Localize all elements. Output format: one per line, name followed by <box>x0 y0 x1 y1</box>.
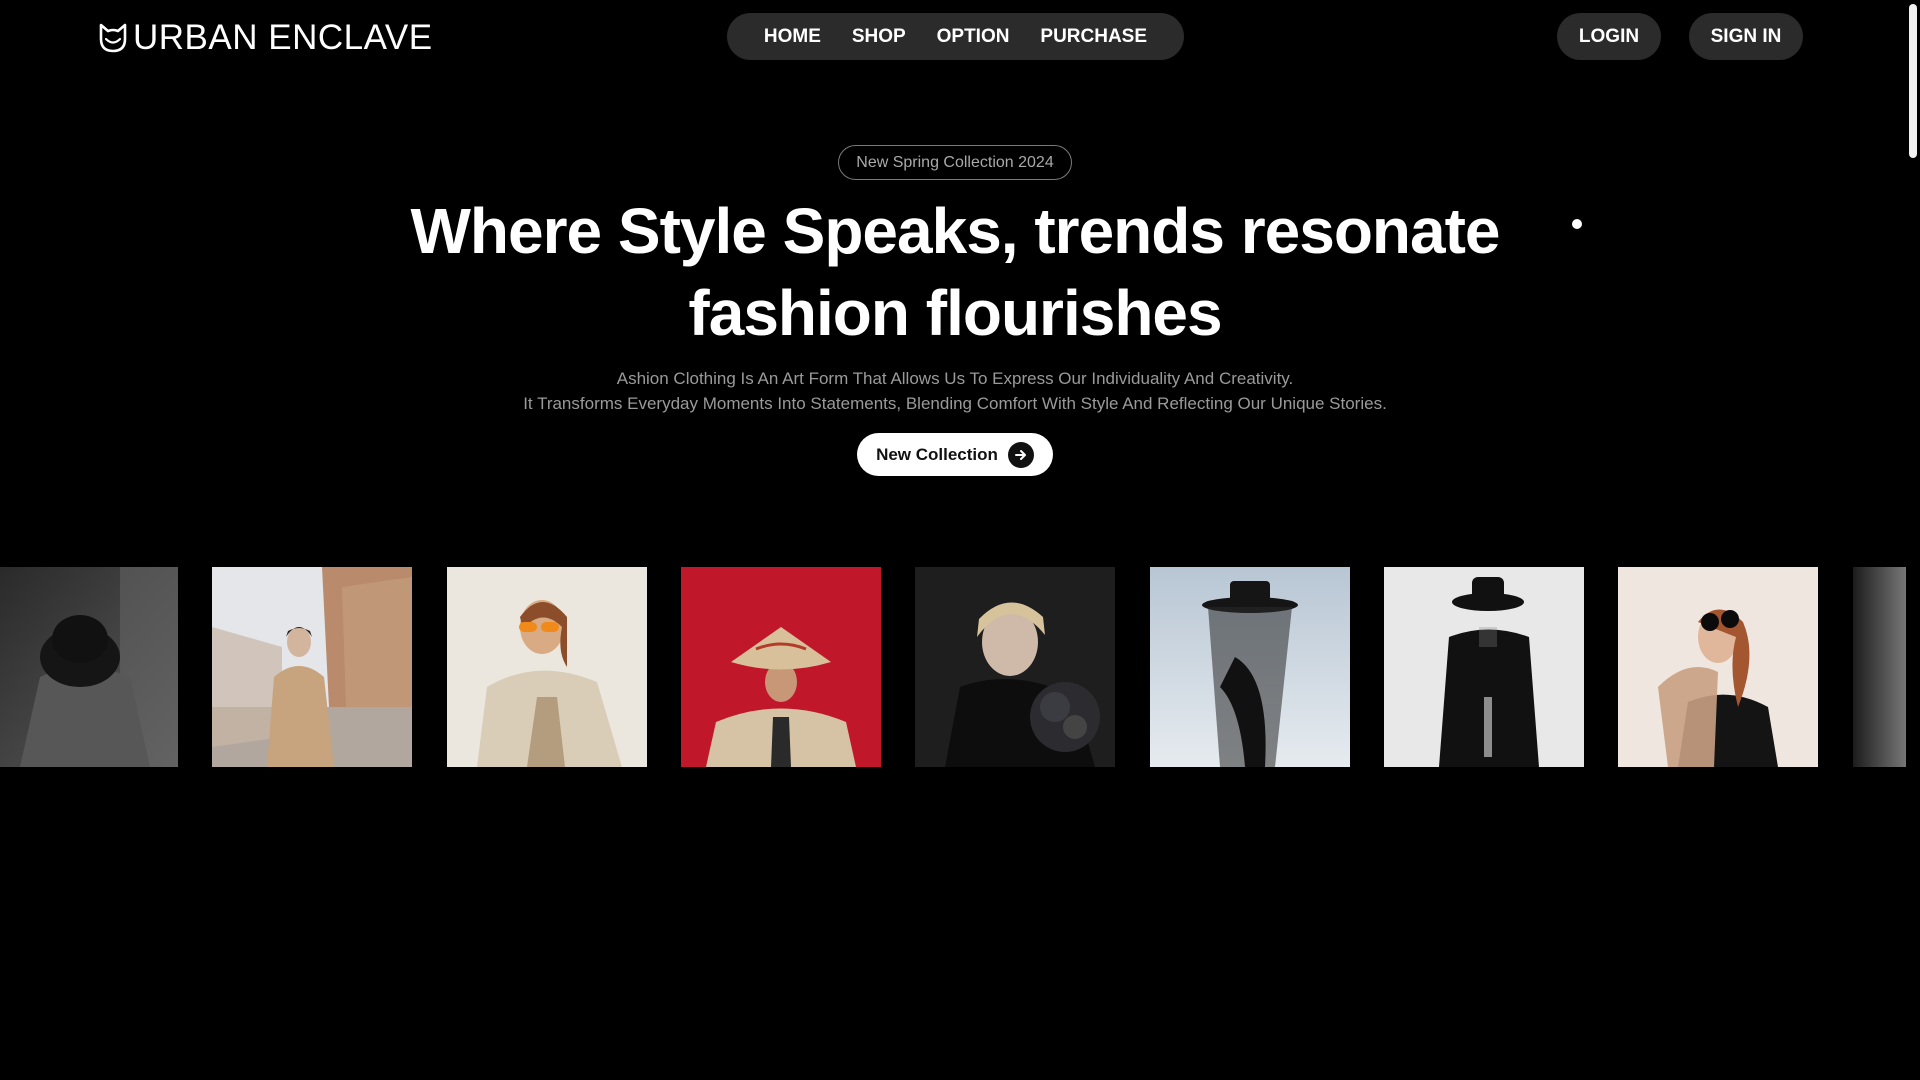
page-scrollbar[interactable] <box>1906 0 1920 1080</box>
new-collection-label: New Collection <box>876 444 998 464</box>
gallery-photo-1[interactable] <box>0 567 178 767</box>
gallery-photo-7[interactable] <box>1384 567 1584 767</box>
cat-head-icon <box>99 23 127 53</box>
cursor-dot <box>1572 219 1582 229</box>
sign-in-button[interactable]: SIGN IN <box>1689 13 1803 60</box>
hero-description: Ashion Clothing Is An Art Form That Allo… <box>360 366 1550 416</box>
hero-description-line-2: It Transforms Everyday Moments Into Stat… <box>523 394 1387 413</box>
gallery-photo-6[interactable] <box>1150 567 1350 767</box>
brand-logo[interactable]: URBAN ENCLAVE <box>97 18 433 58</box>
gallery-photo-5[interactable] <box>915 567 1115 767</box>
gallery-photo-9[interactable] <box>1853 567 1906 767</box>
gallery-photo-3[interactable] <box>447 567 647 767</box>
nav-item-home[interactable]: HOME <box>764 26 821 48</box>
hero-headline-line-2: fashion flourishes <box>688 277 1222 349</box>
gallery-photo-4[interactable] <box>681 567 881 767</box>
nav-item-shop[interactable]: SHOP <box>852 26 906 48</box>
gallery-photo-8[interactable] <box>1618 567 1818 767</box>
login-button[interactable]: LOGIN <box>1557 13 1661 60</box>
main-nav: HOME SHOP OPTION PURCHASE <box>727 13 1184 60</box>
gallery-photo-2[interactable] <box>212 567 412 767</box>
arrow-right-icon <box>1007 441 1034 468</box>
hero-description-line-1: Ashion Clothing Is An Art Form That Allo… <box>616 369 1294 388</box>
hero-headline: Where Style Speaks, trends resonate fash… <box>360 190 1550 354</box>
new-collection-button[interactable]: New Collection <box>857 433 1053 476</box>
hero-headline-line-1: Where Style Speaks, trends resonate <box>410 195 1501 267</box>
brand-name: URBAN ENCLAVE <box>133 18 433 57</box>
scrollbar-thumb[interactable] <box>1909 4 1917 158</box>
collection-badge: New Spring Collection 2024 <box>838 145 1072 180</box>
nav-item-option[interactable]: OPTION <box>937 26 1010 48</box>
nav-item-purchase[interactable]: PURCHASE <box>1040 26 1147 48</box>
